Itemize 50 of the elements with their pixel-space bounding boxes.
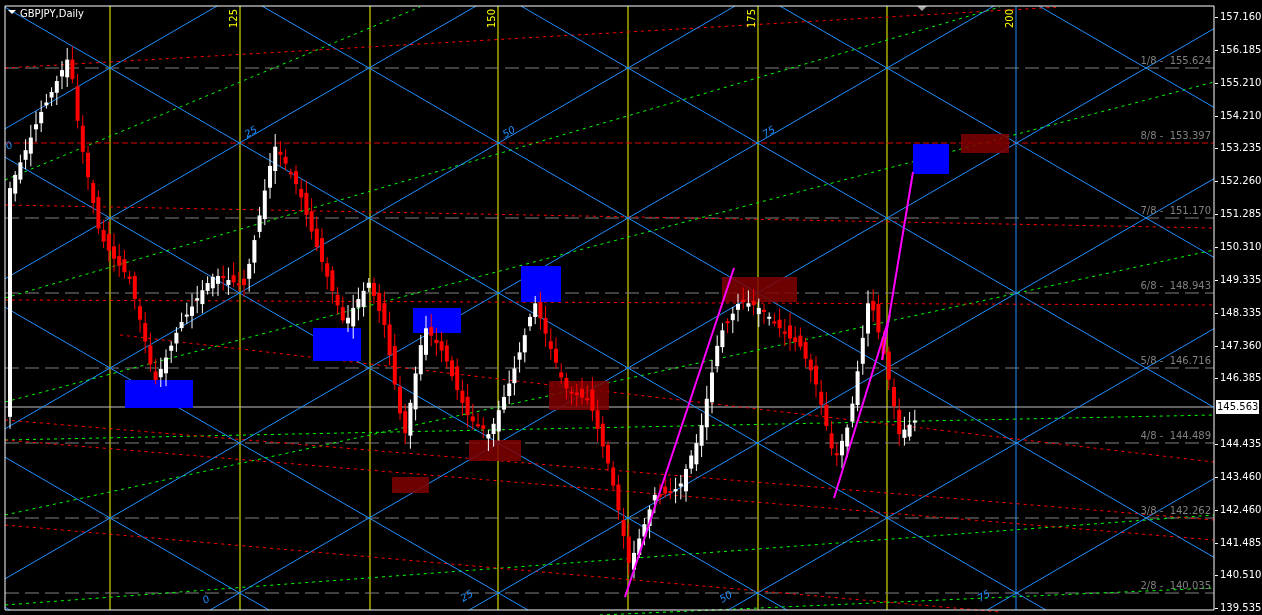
support-zone xyxy=(521,266,561,302)
price-tick-label: 139.535 xyxy=(1220,601,1262,615)
murrey-level-label: 6/8 - 148.943 xyxy=(1140,280,1211,291)
angle-label: 25 xyxy=(242,123,260,140)
price-tick-label: 149.335 xyxy=(1220,272,1262,287)
angle-label: 50 xyxy=(500,123,518,140)
murrey-level-label: 3/8 - 142.262 xyxy=(1140,505,1211,516)
bar-count-label: 150 xyxy=(486,8,497,28)
chart-title: GBPJPY,Daily xyxy=(20,8,84,19)
shift-marker-icon xyxy=(917,6,927,11)
murrey-level-label: 7/8 - 151.170 xyxy=(1140,205,1211,216)
support-zone xyxy=(125,380,193,408)
price-tick-label: 151.285 xyxy=(1220,207,1262,222)
murrey-level-label: 1/8 - 155.624 xyxy=(1140,55,1211,66)
collapse-triangle-icon xyxy=(8,10,16,14)
resistance-zone xyxy=(961,134,1009,153)
angle-label: 25 xyxy=(458,587,476,604)
angle-label: 50 xyxy=(717,588,735,605)
price-tick-label: 140.510 xyxy=(1220,568,1262,583)
support-zone xyxy=(313,328,361,361)
price-tick-label: 142.460 xyxy=(1220,502,1262,517)
bar-count-label: 125 xyxy=(228,8,239,28)
bar-count-label: 200 xyxy=(1004,8,1015,28)
price-tick-label: 141.485 xyxy=(1220,535,1262,550)
murrey-level-label: 8/8 - 153.397 xyxy=(1140,130,1211,141)
angle-label: 0 xyxy=(3,139,15,152)
murrey-level-label: 4/8 - 144.489 xyxy=(1140,430,1211,441)
price-tick-label: 153.235 xyxy=(1220,141,1262,156)
price-tick-label: 144.435 xyxy=(1220,437,1262,452)
price-tick-label: 156.185 xyxy=(1220,42,1262,57)
price-tick-label: 152.260 xyxy=(1220,174,1262,189)
price-tick-label: 157.160 xyxy=(1220,10,1262,24)
support-zone xyxy=(413,308,461,333)
resistance-zone xyxy=(469,440,521,461)
bar-count-label: 175 xyxy=(746,8,757,28)
current-price-label: 145.563 xyxy=(1216,400,1260,414)
price-tick-label: 150.310 xyxy=(1220,239,1262,254)
price-tick-label: 147.360 xyxy=(1220,338,1262,353)
angle-label: 75 xyxy=(975,587,993,604)
price-tick-label: 143.460 xyxy=(1220,469,1262,484)
angle-label: 0 xyxy=(200,593,212,606)
price-tick-label: 154.210 xyxy=(1220,108,1262,123)
price-tick-label: 148.335 xyxy=(1220,305,1262,320)
price-tick-label: 155.210 xyxy=(1220,75,1262,90)
angle-label: 75 xyxy=(760,123,778,140)
support-zone xyxy=(913,144,949,174)
murrey-level-label: 2/8 - 140.035 xyxy=(1140,580,1211,591)
murrey-level-label: 5/8 - 146.716 xyxy=(1140,355,1211,366)
price-tick-label: 146.385 xyxy=(1220,371,1262,386)
resistance-zone xyxy=(392,477,429,493)
